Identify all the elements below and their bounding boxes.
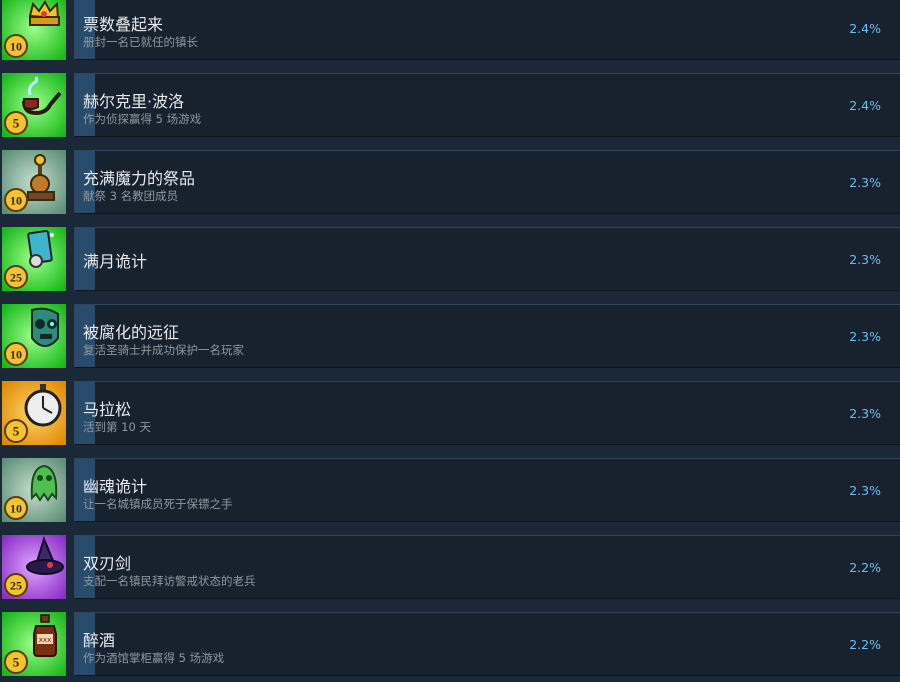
achievement-row[interactable]: 5 马拉松 活到第 10 天 2.3%: [0, 381, 900, 447]
svg-text:25: 25: [10, 579, 22, 593]
achievement-row[interactable]: 25 双刃剑 支配一名镇民拜访警戒状态的老兵 2.2%: [0, 535, 900, 601]
achievement-desc: 支配一名镇民拜访警戒状态的老兵: [83, 574, 256, 588]
achievement-title: 幽魂诡计: [83, 477, 148, 496]
achievement-title: 赫尔克里·波洛: [83, 92, 185, 111]
achievement-title: 醉酒: [83, 631, 116, 650]
achievement-desc: 活到第 10 天: [83, 420, 151, 434]
achievement-percent: 2.4%: [849, 21, 881, 36]
achievement-icon: 10: [2, 0, 66, 60]
achievement-desc: 让一名城镇成员死于保镖之手: [83, 497, 233, 511]
svg-text:10: 10: [10, 502, 22, 516]
svg-text:5: 5: [13, 116, 20, 131]
svg-text:5: 5: [13, 655, 20, 670]
badge-coin: 10: [4, 496, 28, 520]
achievement-icon: 25: [2, 535, 66, 599]
achievement-row[interactable]: 10 票数叠起来 册封一名已就任的镇长 2.4%: [0, 0, 900, 62]
crown-icon: [28, 0, 60, 26]
badge-coin: 25: [4, 573, 28, 597]
achievement-percent: 2.4%: [849, 98, 881, 113]
achievement-panel: 马拉松 活到第 10 天 2.3%: [74, 381, 900, 445]
zombie-head-icon: [31, 307, 59, 348]
achievement-percent: 2.3%: [849, 483, 881, 498]
achievement-row[interactable]: 10 被腐化的远征 复活圣骑士并成功保护一名玩家 2.3%: [0, 304, 900, 370]
achievement-panel: 满月诡计 2.3%: [74, 227, 900, 291]
achievement-icon: 5: [2, 381, 66, 445]
achievement-desc: 册封一名已就任的镇长: [83, 35, 198, 49]
achievement-percent: 2.3%: [849, 329, 881, 344]
achievement-panel: 票数叠起来 册封一名已就任的镇长 2.4%: [74, 0, 900, 60]
svg-text:10: 10: [10, 348, 22, 362]
achievement-list: 10 票数叠起来 册封一名已就任的镇长 2.4% 5 赫尔克里·波洛 作为侦探赢…: [0, 0, 900, 682]
achievement-title: 充满魔力的祭品: [83, 169, 196, 188]
achievement-title: 双刃剑: [83, 554, 132, 573]
achievement-desc: 献祭 3 名教团成员: [83, 189, 179, 203]
achievement-panel: 醉酒 作为酒馆掌柜赢得 5 场游戏 2.2%: [74, 612, 900, 676]
achievement-title: 满月诡计: [83, 252, 148, 271]
achievement-icon: 10: [2, 304, 66, 368]
svg-text:5: 5: [13, 424, 20, 439]
achievement-percent: 2.3%: [849, 175, 881, 190]
ghost-icon: [30, 464, 58, 502]
achievement-icon: 5: [2, 73, 66, 137]
badge-coin: 5: [4, 111, 28, 135]
achievement-percent: 2.2%: [849, 560, 881, 575]
achievement-icon: 25: [2, 227, 66, 291]
badge-coin: 5: [4, 419, 28, 443]
badge-coin: 25: [4, 265, 28, 289]
achievement-panel: 幽魂诡计 让一名城镇成员死于保镖之手 2.3%: [74, 458, 900, 522]
achievement-panel: 充满魔力的祭品 献祭 3 名教团成员 2.3%: [74, 150, 900, 214]
badge-coin: 10: [4, 188, 28, 212]
achievement-desc: 作为侦探赢得 5 场游戏: [83, 112, 202, 126]
achievement-title: 票数叠起来: [83, 15, 164, 34]
achievement-title: 被腐化的远征: [83, 323, 180, 342]
achievement-icon: xxx 5: [2, 612, 66, 676]
achievement-desc: 作为酒馆掌柜赢得 5 场游戏: [83, 651, 225, 665]
achievement-panel: 赫尔克里·波洛 作为侦探赢得 5 场游戏 2.4%: [74, 73, 900, 137]
achievement-percent: 2.2%: [849, 637, 881, 652]
achievement-panel: 双刃剑 支配一名镇民拜访警戒状态的老兵 2.2%: [74, 535, 900, 599]
achievement-row[interactable]: 5 赫尔克里·波洛 作为侦探赢得 5 场游戏 2.4%: [0, 73, 900, 139]
achievement-row[interactable]: 10 充满魔力的祭品 献祭 3 名教团成员 2.3%: [0, 150, 900, 216]
achievement-row[interactable]: xxx 5 醉酒 作为酒馆掌柜赢得 5 场游戏 2.2%: [0, 612, 900, 678]
achievement-percent: 2.3%: [849, 406, 881, 421]
achievement-icon: 10: [2, 150, 66, 214]
achievement-title: 马拉松: [83, 400, 132, 419]
svg-text:xxx: xxx: [39, 636, 51, 644]
achievement-row[interactable]: 25 满月诡计 2.3%: [0, 227, 900, 293]
svg-text:10: 10: [10, 40, 22, 54]
badge-coin: 5: [4, 650, 28, 674]
achievement-row[interactable]: 10 幽魂诡计 让一名城镇成员死于保镖之手 2.3%: [0, 458, 900, 524]
achievement-icon: 10: [2, 458, 66, 522]
badge-coin: 10: [4, 34, 28, 58]
badge-coin: 10: [4, 342, 28, 366]
svg-text:10: 10: [10, 194, 22, 208]
achievement-percent: 2.3%: [849, 252, 881, 267]
achievement-desc: 复活圣骑士并成功保护一名玩家: [83, 343, 244, 357]
achievement-panel: 被腐化的远征 复活圣骑士并成功保护一名玩家 2.3%: [74, 304, 900, 368]
svg-text:25: 25: [10, 271, 22, 285]
